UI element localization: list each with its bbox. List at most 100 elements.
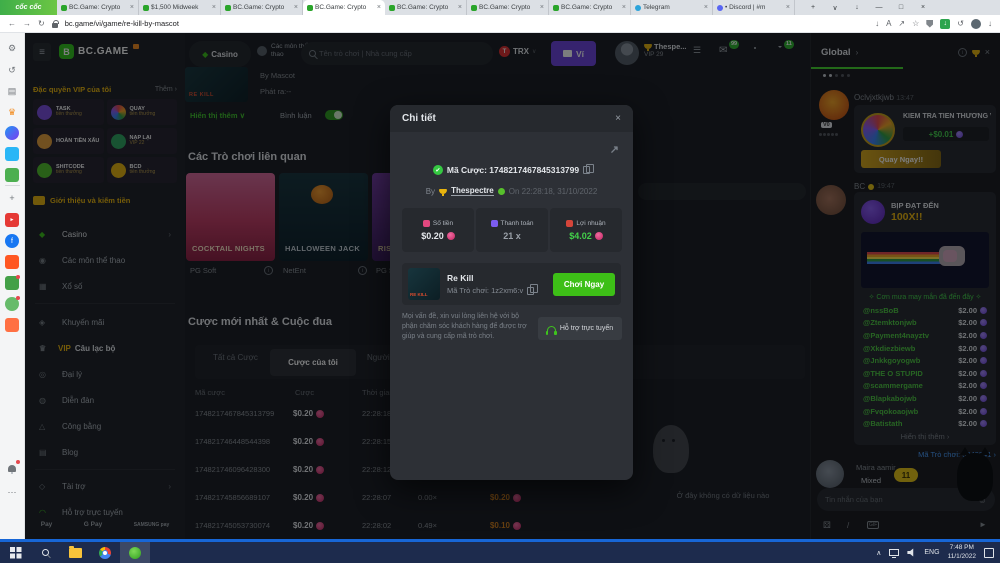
browser-tab[interactable]: BC.Game: Crypto: [221, 0, 303, 15]
new-tab-button[interactable]: [802, 0, 824, 15]
share-icon[interactable]: [898, 19, 905, 28]
facebook-icon[interactable]: [5, 234, 19, 248]
modal-close-icon[interactable]: [615, 113, 621, 124]
chrome-button[interactable]: [90, 542, 120, 563]
token-icon: [446, 231, 455, 240]
back-icon[interactable]: [8, 19, 16, 28]
game-thumbnail[interactable]: RE KILL: [408, 268, 440, 300]
bettor-name[interactable]: Thespectre: [451, 186, 494, 196]
browser-tab[interactable]: BC.Game: Crypto: [303, 0, 385, 15]
file-explorer-button[interactable]: [60, 542, 90, 563]
stat-payout: Thanh toán 21 x: [476, 208, 548, 252]
start-button[interactable]: [0, 542, 30, 563]
headset-icon: [545, 325, 557, 335]
zalo-icon[interactable]: [5, 147, 19, 161]
tab-favicon: [389, 4, 395, 11]
tab-close-icon[interactable]: [294, 4, 298, 11]
youtube-icon[interactable]: [5, 213, 19, 227]
tab-close-icon[interactable]: [212, 4, 216, 11]
forward-icon[interactable]: [23, 19, 31, 28]
game-code: Mã Trò chơi: 1z2xm6:v: [447, 286, 524, 295]
tray-expand-icon[interactable]: [876, 549, 881, 557]
games-icon[interactable]: [5, 168, 19, 182]
windows-taskbar: ENG 7:48 PM11/1/2022: [0, 542, 1000, 563]
tab-favicon: [143, 4, 149, 11]
tab-close-icon[interactable]: [622, 4, 626, 11]
action-center-icon[interactable]: [984, 547, 994, 558]
cart-icon[interactable]: [5, 318, 19, 332]
network-icon[interactable]: [889, 549, 900, 558]
app-icon-green[interactable]: [5, 275, 20, 290]
live-support-button[interactable]: Hỗ trợ trực tuyến: [538, 317, 622, 340]
window-minimize-button[interactable]: [868, 0, 890, 15]
tab-favicon: [471, 4, 477, 11]
bet-code-row: Mã Cược: 1748217467845313799: [390, 163, 633, 175]
tab-close-icon[interactable]: [458, 4, 462, 11]
tab-favicon: [717, 4, 723, 11]
crown-icon[interactable]: [5, 105, 19, 119]
frog-icon: [497, 187, 505, 195]
padlock-icon[interactable]: [51, 19, 59, 28]
tab-close-icon[interactable]: [786, 4, 790, 11]
copy-icon[interactable]: [527, 284, 538, 295]
tab-close-icon[interactable]: [540, 4, 544, 11]
reload-icon[interactable]: [38, 19, 45, 28]
window-maximize-button[interactable]: [890, 0, 912, 15]
add-shortcut-icon[interactable]: [5, 191, 19, 205]
shopee-icon[interactable]: [5, 255, 19, 269]
translate-icon[interactable]: [886, 19, 891, 28]
language-indicator[interactable]: ENG: [924, 549, 939, 556]
screen: cốc cốc BC.Game: Crypto $1,500 Midweek B…: [0, 0, 1000, 563]
address-bar: bc.game/vi/game/re-kill-by-mascot: [0, 15, 1000, 33]
play-now-button[interactable]: Chơi Ngay: [553, 272, 615, 296]
tab-close-icon[interactable]: [377, 4, 381, 11]
profile-avatar-icon[interactable]: [971, 18, 981, 29]
download-page-icon[interactable]: [875, 19, 879, 28]
settings-icon[interactable]: [5, 41, 19, 55]
app-icon-green-2[interactable]: [5, 296, 20, 311]
copy-icon[interactable]: [583, 163, 594, 174]
tab-strip: BC.Game: Crypto $1,500 Midweek BC.Game: …: [57, 0, 802, 15]
download-manager-icon[interactable]: [940, 18, 951, 29]
browser-tab[interactable]: • Discord | #m: [713, 0, 795, 15]
taskbar-search-button[interactable]: [30, 542, 60, 563]
coccoc-brand[interactable]: cốc cốc: [0, 0, 57, 15]
profit-icon: [566, 219, 574, 227]
coccoc-button[interactable]: [120, 542, 150, 563]
messenger-icon[interactable]: [5, 126, 19, 140]
url-text[interactable]: bc.game/vi/game/re-kill-by-mascot: [65, 19, 179, 28]
tab-close-icon[interactable]: [130, 4, 134, 11]
sidebar-toggle-icon[interactable]: [846, 0, 868, 15]
bell-icon: [8, 464, 16, 474]
more-icon[interactable]: [5, 485, 19, 499]
history-icon[interactable]: [5, 63, 19, 77]
window-close-button[interactable]: [912, 0, 934, 15]
tab-favicon: [307, 4, 313, 11]
volume-icon[interactable]: [907, 548, 914, 557]
game-card: RE KILL Re Kill Mã Trò chơi: 1z2xm6:v Ch…: [402, 263, 621, 305]
bet-code-text: Mã Cược: 1748217467845313799: [446, 165, 580, 175]
sync-icon[interactable]: [957, 19, 964, 28]
coccoc-sidebar-strip: [0, 33, 25, 539]
browser-tab[interactable]: $1,500 Midweek: [139, 0, 221, 15]
browser-tab[interactable]: BC.Game: Crypto: [385, 0, 467, 15]
notifications-bell-icon[interactable]: [5, 460, 20, 475]
share-icon[interactable]: [610, 143, 619, 156]
token-icon: [594, 231, 603, 240]
tab-close-icon[interactable]: [704, 4, 708, 11]
browser-tab[interactable]: Telegram: [631, 0, 713, 15]
downloads-tray-icon[interactable]: [988, 19, 992, 28]
tab-search-icon[interactable]: [824, 0, 846, 15]
system-tray: ENG 7:48 PM11/1/2022: [876, 544, 1000, 561]
modal-header: Chi tiết: [390, 105, 633, 132]
reading-list-icon[interactable]: [5, 84, 19, 98]
bcgame-site: B BC.GAME Đặc quyền VIP của tôi Thêm › T…: [25, 33, 1000, 539]
bookmark-star-icon[interactable]: [912, 19, 919, 28]
adblock-shield-icon[interactable]: [926, 19, 934, 28]
browser-tab[interactable]: BC.Game: Crypto: [549, 0, 631, 15]
bet-details-modal: Chi tiết Mã Cược: 1748217467845313799 By…: [390, 105, 633, 480]
taskbar-clock[interactable]: 7:48 PM 11/1/2022: [948, 544, 976, 561]
browser-tab[interactable]: BC.Game: Crypto: [57, 0, 139, 15]
stat-profit: Lợi nhuận $4.02: [550, 208, 622, 252]
browser-tab[interactable]: BC.Game: Crypto: [467, 0, 549, 15]
